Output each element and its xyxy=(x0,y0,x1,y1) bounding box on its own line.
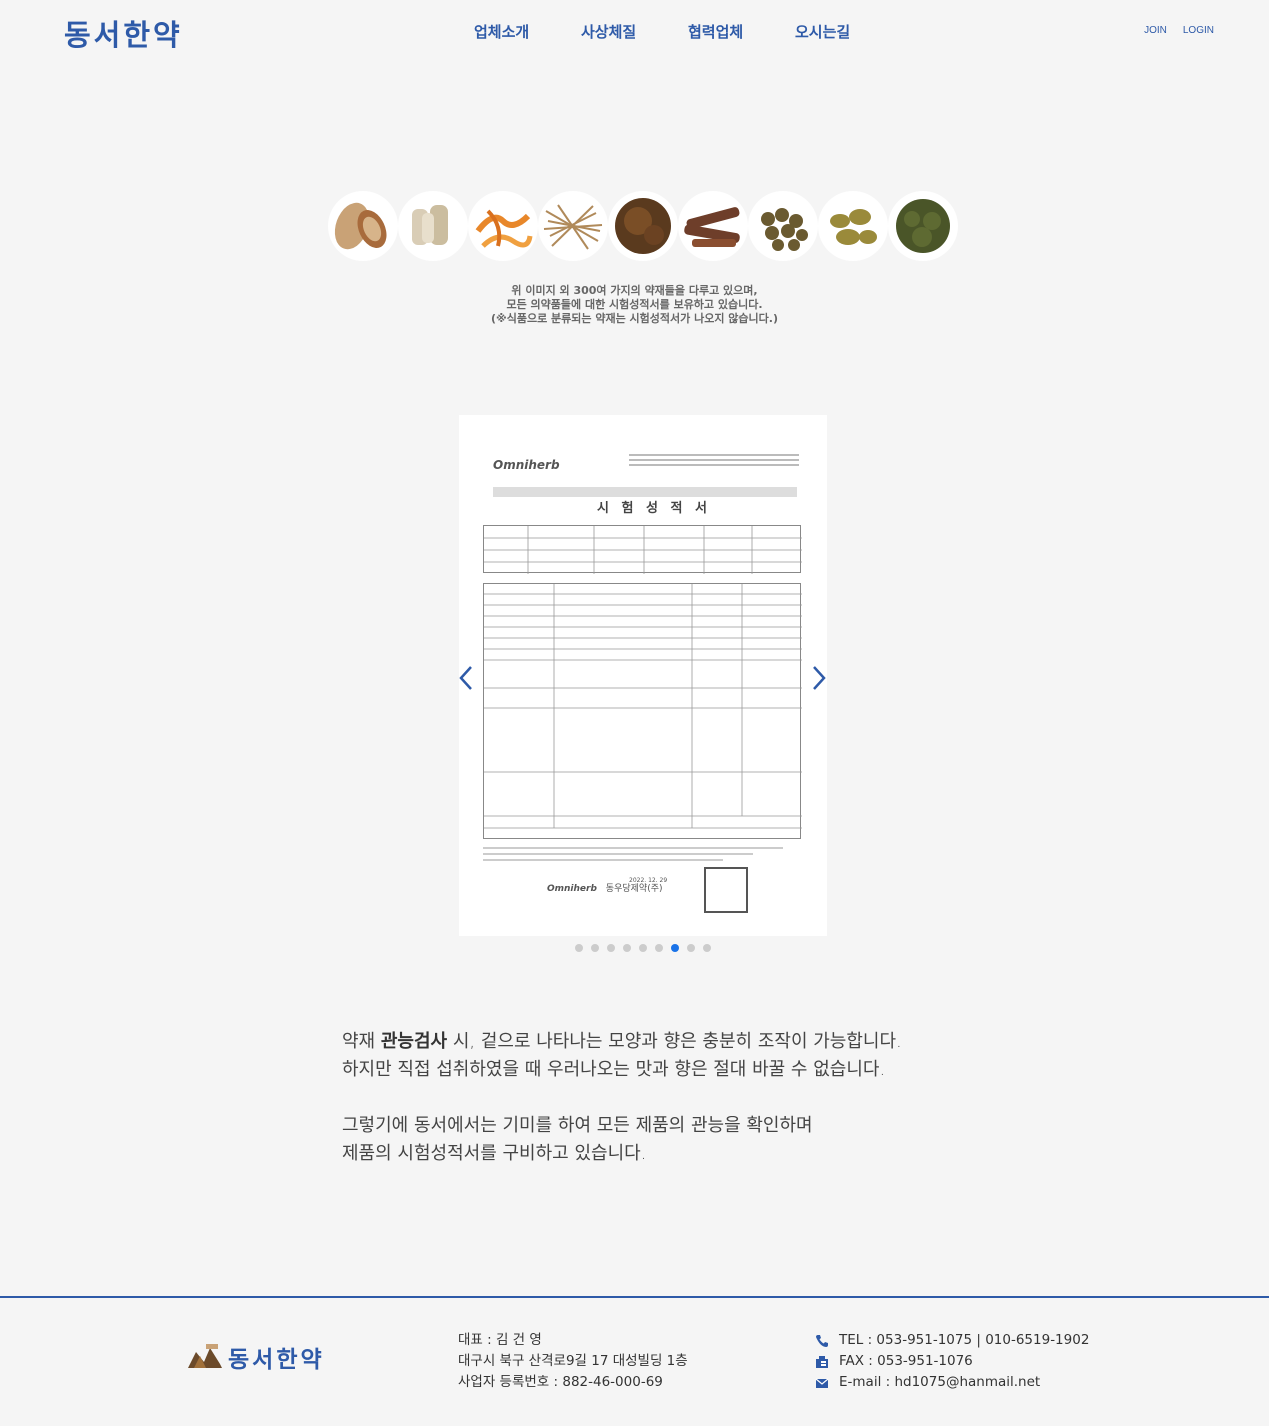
certificate-info-table xyxy=(483,525,802,574)
tel-text[interactable]: TEL : 053-951-1075 | 010-6519-1902 xyxy=(839,1330,1089,1351)
business-number: 사업자 등록번호 : 882-46-000-69 xyxy=(458,1374,663,1390)
slider-pagination xyxy=(575,944,711,952)
fax-icon xyxy=(816,1355,828,1368)
herb-image xyxy=(398,191,468,261)
representative: 대표 : 김 건 영 xyxy=(458,1332,542,1348)
fax-row: FAX : 053-951-1076 xyxy=(815,1351,1089,1372)
intro-line: (※식품으로 분류되는 약재는 시험성적서가 나오지 않습니다.) xyxy=(491,312,778,325)
footer-logo-text: 동서한약 xyxy=(228,1347,325,1373)
slider-dot[interactable] xyxy=(687,944,695,952)
nav-item-partners[interactable]: 협력업체 xyxy=(688,21,795,42)
certificate-banner xyxy=(493,487,797,497)
certificate-header-info xyxy=(629,451,799,471)
certificate-title: 시 험 성 적 서 xyxy=(597,501,711,516)
nav-item-directions[interactable]: 오시는길 xyxy=(795,21,902,42)
nav-item-sasang[interactable]: 사상체질 xyxy=(581,21,688,42)
join-link[interactable]: JOIN xyxy=(1144,25,1167,36)
slider-dot[interactable] xyxy=(639,944,647,952)
herb-image xyxy=(888,191,958,261)
intro-line: 모든 의약품들에 대한 시험성적서를 보유하고 있습니다. xyxy=(506,298,763,311)
herb-image xyxy=(608,191,678,261)
desc-text: 그렇기에 동서에서는 기미를 하여 모든 제품의 관능을 확인하며 xyxy=(342,1115,813,1136)
certificate-brand: Omniherb xyxy=(493,458,560,472)
login-link[interactable]: LOGIN xyxy=(1183,25,1214,36)
description-paragraph-1: 약재 관능검사 시, 겉으로 나타나는 모양과 향은 충분히 조작이 가능합니다… xyxy=(342,1028,902,1084)
company-info: 대표 : 김 건 영 대구시 북구 산격로9길 17 대성빌딩 1층 사업자 등… xyxy=(458,1330,688,1393)
tel-row: TEL : 053-951-1075 | 010-6519-1902 xyxy=(815,1330,1089,1351)
site-footer: 동서한약 대표 : 김 건 영 대구시 북구 산격로9길 17 대성빌딩 1층 … xyxy=(0,1296,1269,1426)
phone-icon xyxy=(816,1334,828,1347)
site-logo[interactable]: 동서한약 xyxy=(64,12,183,54)
slider-dot[interactable] xyxy=(703,944,711,952)
herb-image xyxy=(468,191,538,261)
certificate-stamp xyxy=(704,867,748,913)
certificate-brand-small: Omniherb xyxy=(547,884,597,894)
slider-prev-icon[interactable] xyxy=(457,664,475,692)
desc-text: 시, 겉으로 나타나는 모양과 향은 충분히 조작이 가능합니다. xyxy=(447,1031,902,1052)
certificate-results-table xyxy=(483,583,802,839)
herb-image-row xyxy=(328,191,958,261)
footer-logo[interactable]: 동서한약 xyxy=(186,1340,325,1374)
desc-text: 약재 xyxy=(342,1031,381,1052)
site-header: 동서한약 업체소개 사상체질 협력업체 오시는길 JOIN LOGIN xyxy=(0,0,1269,64)
slider-next-icon[interactable] xyxy=(810,664,828,692)
slider-dot[interactable] xyxy=(623,944,631,952)
herb-image xyxy=(748,191,818,261)
herb-image xyxy=(818,191,888,261)
description-paragraph-2: 그렇기에 동서에서는 기미를 하여 모든 제품의 관능을 확인하며 제품의 시험… xyxy=(342,1112,902,1168)
desc-highlight: 관능검사 xyxy=(380,1031,448,1052)
certificate-slide[interactable]: Omniherb 시 험 성 적 서 Omniherb 동우당제약(주) 202… xyxy=(459,415,827,936)
email-row: E-mail : hd1075@hanmail.net xyxy=(815,1372,1089,1393)
slider-dot[interactable] xyxy=(575,944,583,952)
slider-dot[interactable] xyxy=(671,944,679,952)
main-nav: 업체소개 사상체질 협력업체 오시는길 xyxy=(474,21,902,42)
slider-dot[interactable] xyxy=(655,944,663,952)
desc-text: 제품의 시험성적서를 구비하고 있습니다. xyxy=(342,1143,647,1164)
certificate-company: 동우당제약(주) xyxy=(605,884,663,894)
herb-intro-text: 위 이미지 외 300여 가지의 약재들을 다루고 있으며, 모든 의약품들에 … xyxy=(0,284,1269,326)
certificate-date: 2022. 12. 29 xyxy=(629,877,668,884)
slider-dot[interactable] xyxy=(607,944,615,952)
auth-links: JOIN LOGIN xyxy=(1144,25,1214,36)
desc-text: 하지만 직접 섭취하였을 때 우러나오는 맛과 향은 절대 바꿀 수 없습니다. xyxy=(342,1059,886,1080)
contact-info: TEL : 053-951-1075 | 010-6519-1902 FAX :… xyxy=(815,1330,1089,1393)
herb-image xyxy=(538,191,608,261)
herb-image xyxy=(328,191,398,261)
fax-text: FAX : 053-951-1076 xyxy=(839,1353,973,1369)
email-icon xyxy=(815,1378,829,1388)
address: 대구시 북구 산격로9길 17 대성빌딩 1층 xyxy=(458,1353,688,1369)
certificate-notes xyxy=(483,843,783,865)
intro-line: 위 이미지 외 300여 가지의 약재들을 다루고 있으며, xyxy=(511,284,758,297)
herb-logo-icon xyxy=(188,1344,222,1368)
email-text[interactable]: E-mail : hd1075@hanmail.net xyxy=(839,1372,1040,1393)
nav-item-about[interactable]: 업체소개 xyxy=(474,21,581,42)
inspection-description: 약재 관능검사 시, 겉으로 나타나는 모양과 향은 충분히 조작이 가능합니다… xyxy=(342,1028,902,1196)
herb-image xyxy=(678,191,748,261)
slider-dot[interactable] xyxy=(591,944,599,952)
